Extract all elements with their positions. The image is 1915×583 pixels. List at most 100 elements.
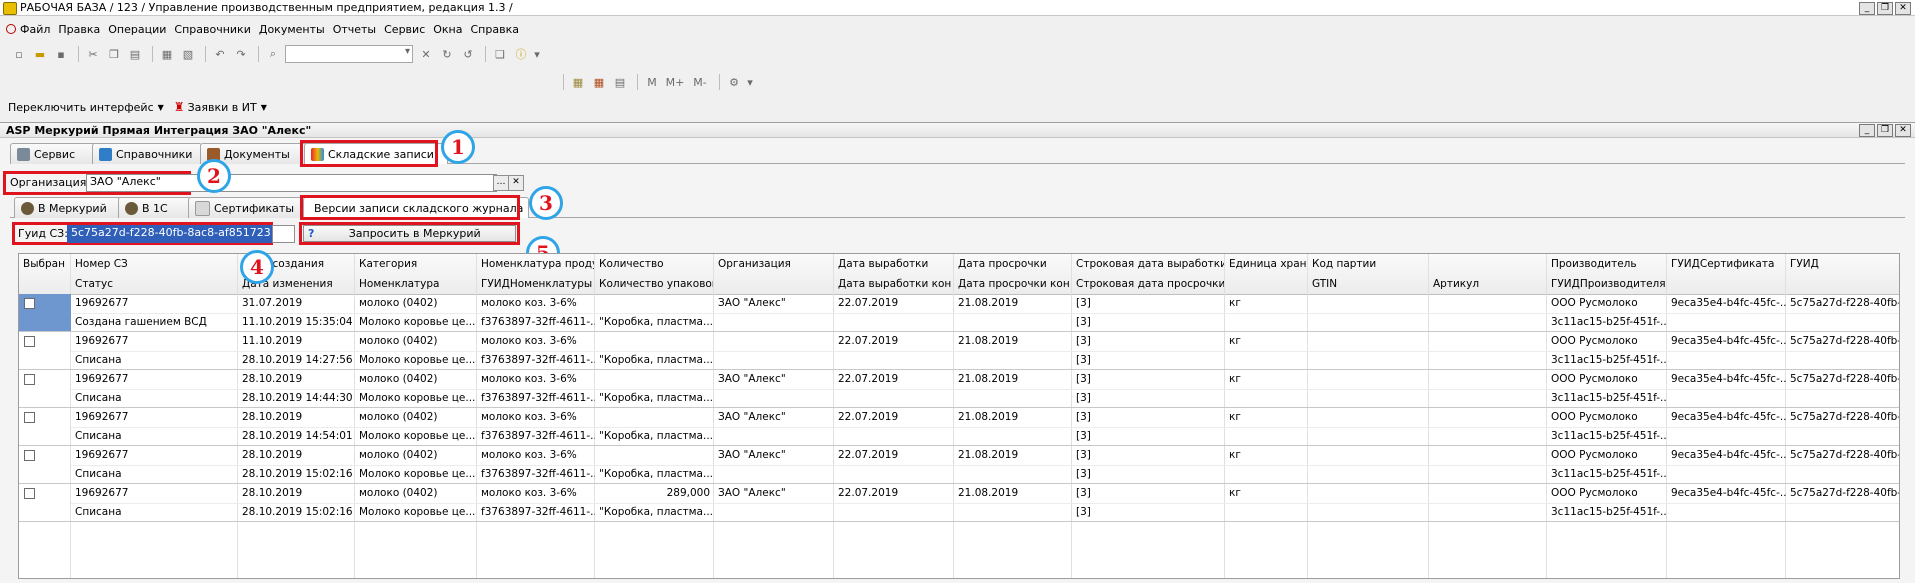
request-mercury-button[interactable]: ? Запросить в Меркурий [303, 225, 516, 242]
callout-1: 1 [441, 130, 475, 164]
system-menu-icon[interactable] [6, 24, 16, 34]
column-header[interactable]: Единица хранения [1225, 254, 1308, 274]
tools-icon[interactable]: ⚙ [725, 73, 743, 91]
menu-catalogs[interactable]: Справочники [174, 23, 250, 36]
memory-button[interactable]: M [643, 73, 661, 91]
minimize-icon[interactable]: _ [1859, 2, 1875, 15]
organization-field[interactable]: ЗАО "Алекс" [86, 174, 497, 192]
column-header-sub[interactable] [1225, 274, 1308, 294]
menu-documents[interactable]: Документы [259, 23, 325, 36]
calculator-icon[interactable]: ▦ [569, 73, 587, 91]
cell-exp_date: 21.08.2019 [958, 335, 1019, 347]
redo-icon[interactable]: ↷ [232, 45, 250, 63]
callout-2: 2 [197, 159, 231, 193]
tab-certificates[interactable]: Сертификаты [188, 197, 306, 218]
chevron-down-icon[interactable]: ▼ [158, 103, 164, 112]
clear-search-icon[interactable]: ✕ [417, 45, 435, 63]
column-header[interactable]: Дата выработки [834, 254, 954, 274]
toolbar-dropdown-icon[interactable]: ▾ [746, 73, 754, 91]
tab-catalogs[interactable]: Справочники [92, 143, 202, 164]
column-header[interactable]: Номер СЗ [71, 254, 238, 274]
it-requests-button[interactable]: Заявки в ИТ [188, 101, 257, 114]
select-checkbox[interactable] [24, 336, 35, 347]
open-folder-icon[interactable]: ▬ [31, 45, 49, 63]
clipboard-icon[interactable]: ▤ [611, 73, 629, 91]
memory-plus-button[interactable]: M+ [664, 73, 686, 91]
search-icon[interactable]: ⌕ [264, 45, 282, 63]
copy-icon[interactable]: ❐ [105, 45, 123, 63]
select-button[interactable]: … [493, 175, 509, 191]
column-header-sub[interactable]: Строковая дата просрочки [1072, 274, 1225, 294]
column-header[interactable]: Дата просрочки [954, 254, 1072, 274]
paste-icon[interactable]: ▤ [126, 45, 144, 63]
minimize-icon[interactable]: _ [1859, 124, 1875, 137]
restore-icon[interactable]: ❐ [1877, 2, 1893, 15]
find-previous-icon[interactable]: ↺ [459, 45, 477, 63]
column-header-sub[interactable]: Статус [71, 274, 238, 294]
column-header-sub[interactable] [1667, 274, 1786, 294]
column-header-sub[interactable] [1786, 274, 1899, 294]
undo-icon[interactable]: ↶ [211, 45, 229, 63]
menu-windows[interactable]: Окна [433, 23, 462, 36]
catalog-icon [99, 147, 112, 161]
close-icon[interactable]: ✕ [1895, 124, 1911, 137]
column-header-sub[interactable] [714, 274, 834, 294]
menu-service[interactable]: Сервис [384, 23, 425, 36]
column-header[interactable]: Категория [355, 254, 477, 274]
cut-icon[interactable]: ✂ [84, 45, 102, 63]
column-header[interactable]: Выбран [19, 254, 71, 274]
close-icon[interactable]: ✕ [1895, 2, 1911, 15]
column-header-sub[interactable]: Артикул [1429, 274, 1547, 294]
column-header[interactable]: Номенклатура продукции [477, 254, 595, 274]
new-document-icon[interactable]: ▫ [10, 45, 28, 63]
select-checkbox[interactable] [24, 298, 35, 309]
column-header[interactable]: Производитель [1547, 254, 1667, 274]
column-header-sub[interactable]: Количество упаковок [595, 274, 714, 294]
column-header-sub[interactable] [19, 274, 71, 294]
column-header[interactable] [1429, 254, 1547, 274]
print-preview-icon[interactable]: ▧ [179, 45, 197, 63]
search-combo[interactable] [285, 45, 413, 63]
column-header-sub[interactable]: ГУИДНоменклатуры [477, 274, 595, 294]
find-next-icon[interactable]: ↻ [438, 45, 456, 63]
column-header[interactable]: Количество [595, 254, 714, 274]
column-header-sub[interactable]: ГУИДПроизводителя [1547, 274, 1667, 294]
tab-service[interactable]: Сервис [10, 143, 98, 164]
calendar-icon[interactable]: ▦ [590, 73, 608, 91]
print-icon[interactable]: ▦ [158, 45, 176, 63]
guid-extra-field[interactable] [272, 225, 295, 243]
column-header[interactable]: ГУИДСертификата [1667, 254, 1786, 274]
column-header[interactable]: Строковая дата выработки [1072, 254, 1225, 274]
records-table[interactable]: Выбран Номер СЗ Статус Дата создания Дата из… [18, 253, 1900, 579]
help-icon[interactable]: ⓘ [512, 45, 530, 63]
menu-help[interactable]: Справка [471, 23, 519, 36]
tab-to-mercury[interactable]: В Меркурий [14, 197, 122, 218]
cell-nom: Молоко коровье це... [359, 430, 476, 442]
windows-icon[interactable]: ❏ [491, 45, 509, 63]
chevron-down-icon[interactable]: ▼ [261, 103, 267, 112]
restore-icon[interactable]: ❐ [1877, 124, 1893, 137]
column-header-sub[interactable]: Дата просрочки кон [954, 274, 1072, 294]
guid-field[interactable]: 5c75a27d-f228-40fb-8ac8-af8517234645 [67, 225, 272, 243]
column-header-sub[interactable]: Номенклатура [355, 274, 477, 294]
save-icon[interactable]: ▪ [52, 45, 70, 63]
column-header[interactable]: Организация [714, 254, 834, 274]
column-header[interactable]: Код партии [1308, 254, 1429, 274]
menu-file[interactable]: Файл [20, 23, 50, 36]
menu-edit[interactable]: Правка [58, 23, 100, 36]
column-header-sub[interactable]: GTIN [1308, 274, 1429, 294]
tab-to-1c[interactable]: В 1С [118, 197, 192, 218]
clear-icon[interactable]: ✕ [508, 175, 524, 191]
select-checkbox[interactable] [24, 412, 35, 423]
select-checkbox[interactable] [24, 488, 35, 499]
cell-num: 19692677 [75, 411, 129, 423]
select-checkbox[interactable] [24, 450, 35, 461]
select-checkbox[interactable] [24, 374, 35, 385]
menu-reports[interactable]: Отчеты [333, 23, 376, 36]
memory-minus-button[interactable]: M- [689, 73, 711, 91]
column-header[interactable]: ГУИД [1786, 254, 1899, 274]
menu-operations[interactable]: Операции [108, 23, 166, 36]
switch-interface-button[interactable]: Переключить интерфейс [8, 101, 154, 114]
toolbar-dropdown-icon[interactable]: ▾ [533, 45, 541, 63]
column-header-sub[interactable]: Дата выработки кон [834, 274, 954, 294]
